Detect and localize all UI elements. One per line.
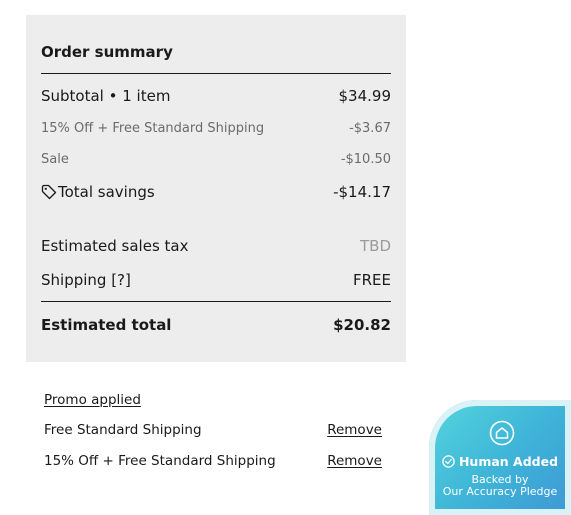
sale-discount-label: Sale (41, 152, 69, 167)
accuracy-pledge-badge[interactable]: Human Added Backed by Our Accuracy Pledg… (429, 400, 571, 515)
total-savings-label: Total savings (58, 183, 155, 201)
sales-tax-row: Estimated sales tax TBD (41, 237, 391, 255)
home-icon (489, 420, 515, 446)
promo-item-label: 15% Off + Free Standard Shipping (44, 453, 276, 469)
promo-item: 15% Off + Free Standard Shipping Remove (44, 453, 382, 469)
sales-tax-label: Estimated sales tax (41, 237, 189, 255)
badge-headline: Human Added (429, 454, 571, 469)
shipping-label[interactable]: Shipping [?] (41, 271, 131, 289)
badge-line2: Our Accuracy Pledge (442, 485, 558, 498)
estimated-total-row: Estimated total $20.82 (41, 316, 391, 334)
badge-headline-text: Human Added (458, 454, 559, 469)
sales-tax-value: TBD (359, 237, 391, 255)
estimated-total-value: $20.82 (333, 316, 391, 334)
total-savings-value: -$14.17 (333, 183, 391, 201)
promo-discount-row: 15% Off + Free Standard Shipping -$3.67 (41, 121, 391, 136)
subtotal-value: $34.99 (338, 87, 392, 105)
remove-promo-button[interactable]: Remove (327, 453, 382, 469)
subtotal-label: Subtotal • 1 item (41, 87, 171, 105)
promo-discount-label: 15% Off + Free Standard Shipping (41, 121, 265, 136)
subtotal-row: Subtotal • 1 item $34.99 (41, 87, 391, 105)
order-summary-panel: Order summary Subtotal • 1 item $34.99 1… (26, 15, 406, 362)
shipping-row: Shipping [?] FREE (41, 271, 391, 289)
estimated-total-label: Estimated total (41, 316, 172, 334)
tag-icon (41, 184, 57, 200)
promo-item-label: Free Standard Shipping (44, 422, 202, 438)
total-savings-row: Total savings -$14.17 (41, 183, 391, 201)
divider (41, 301, 391, 302)
sale-discount-value: -$10.50 (340, 152, 391, 167)
remove-promo-button[interactable]: Remove (327, 422, 382, 438)
promo-discount-value: -$3.67 (349, 121, 391, 136)
divider (41, 73, 391, 74)
sale-discount-row: Sale -$10.50 (41, 152, 391, 167)
promo-applied-link[interactable]: Promo applied (44, 392, 141, 408)
promo-item: Free Standard Shipping Remove (44, 422, 382, 438)
check-circle-icon (442, 455, 455, 468)
order-summary-title: Order summary (41, 43, 173, 61)
shipping-value: FREE (352, 271, 391, 289)
